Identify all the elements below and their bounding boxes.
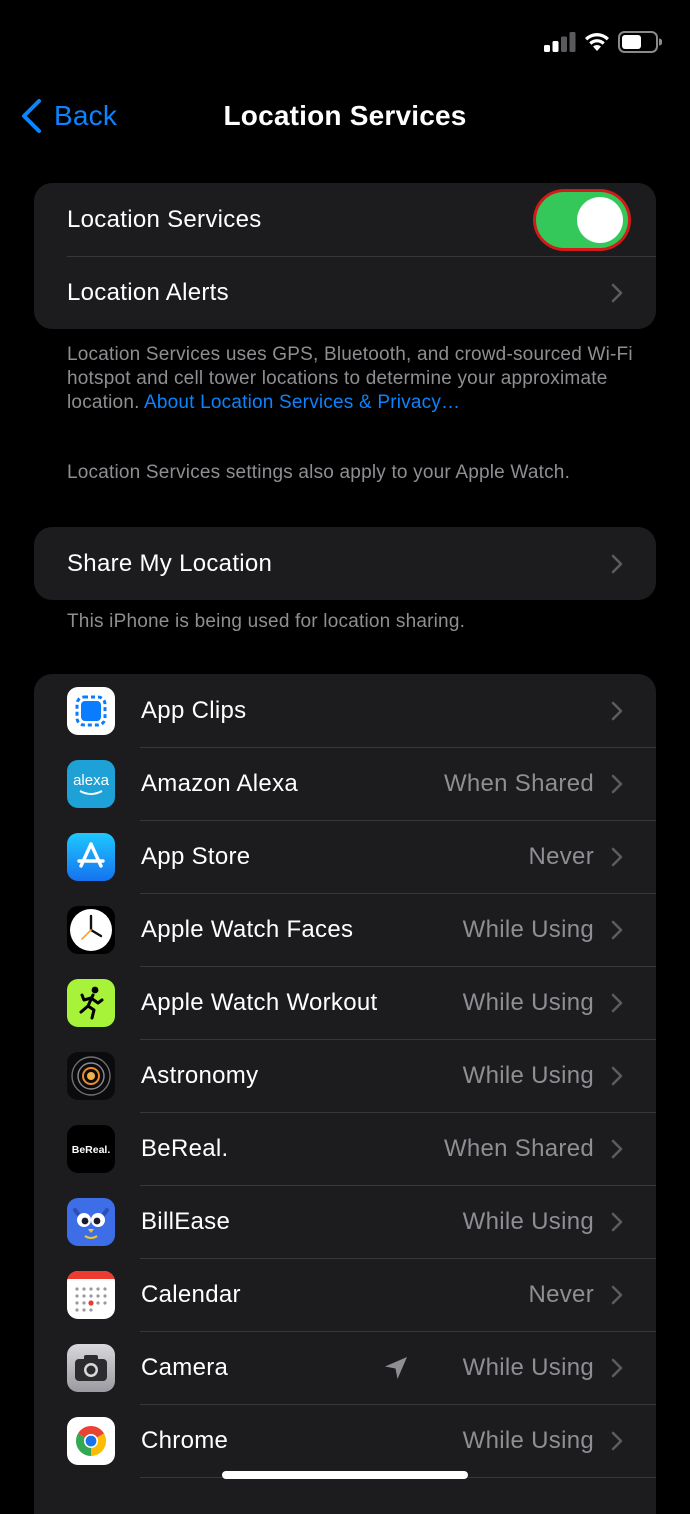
astronomy-icon [67,1051,115,1100]
app-name: Chrome [141,1426,229,1454]
app-row-calendar[interactable]: Calendar Never [34,1258,656,1331]
app-row-astronomy[interactable]: Astronomy While Using [34,1039,656,1112]
camera-icon [67,1343,115,1392]
chevron-right-icon [611,554,623,573]
apple-watch-note: Location Services settings also apply to… [67,462,571,483]
app-row-app-clips[interactable]: App Clips [34,674,656,747]
chevron-right-icon [611,1431,623,1450]
share-my-location-row[interactable]: Share My Location [34,527,656,600]
share-location-footer: This iPhone is being used for location s… [67,611,466,632]
chevron-right-icon [611,920,623,939]
location-arrow-icon [385,1356,407,1379]
app-name: Amazon Alexa [141,769,299,797]
alexa-wordmark: alexa [73,772,110,789]
location-services-group: Location Services Location Alerts [34,183,656,329]
chevron-right-icon [611,774,623,793]
alexa-icon: alexa [67,759,115,808]
permission-value: While Using [462,1353,594,1381]
toggle-knob [577,196,623,243]
wifi-icon [585,33,609,51]
app-row-billease[interactable]: BillEase While Using [34,1185,656,1258]
chevron-right-icon [611,1066,623,1085]
location-services-row: Location Services [34,183,656,256]
chevron-right-icon [611,1285,623,1304]
permission-value: When Shared [443,1134,594,1162]
app-name: Calendar [141,1280,241,1308]
battery-icon [618,31,662,53]
permission-value: Never [528,842,594,870]
about-location-privacy-link[interactable]: About Location Services & Privacy… [144,392,460,413]
chevron-right-icon [611,1358,623,1377]
app-name: BeReal. [141,1134,229,1162]
workout-icon [67,978,115,1027]
app-row-partial [34,1477,656,1514]
calendar-icon [67,1270,115,1319]
bereal-icon: BeReal. [67,1124,115,1173]
app-name: Apple Watch Faces [141,915,354,943]
app-name: Apple Watch Workout [141,988,378,1016]
app-row-amazon-alexa[interactable]: alexa Amazon Alexa When Shared [34,747,656,820]
chevron-right-icon [611,701,623,720]
cellular-signal-icon [544,32,576,52]
share-my-location-label: Share My Location [67,549,273,577]
app-row-app-store[interactable]: App Store Never [34,820,656,893]
apps-list: App Clips alexa Amazon Alexa When Shared… [34,674,656,1514]
app-row-chrome[interactable]: Chrome While Using [34,1404,656,1477]
chevron-right-icon [611,1212,623,1231]
permission-value: Never [528,1280,594,1308]
permission-value: While Using [462,1426,594,1454]
location-services-description: Location Services uses GPS, Bluetooth, a… [67,343,637,415]
chevron-right-icon [611,283,623,302]
share-location-group: Share My Location [34,527,656,600]
location-services-label: Location Services [67,205,262,233]
permission-value: While Using [462,1061,594,1089]
location-alerts-label: Location Alerts [67,278,229,306]
navigation-bar: Back Location Services [0,88,690,148]
chevron-right-icon [611,1139,623,1158]
watch-faces-icon [67,905,115,954]
location-services-toggle[interactable] [536,191,628,248]
chevron-right-icon [611,847,623,866]
app-clips-icon [67,686,115,735]
permission-value: While Using [462,1207,594,1235]
chrome-icon [67,1416,115,1465]
app-row-apple-watch-workout[interactable]: Apple Watch Workout While Using [34,966,656,1039]
billease-icon [67,1197,115,1246]
app-name: Astronomy [141,1061,259,1089]
bereal-wordmark: BeReal. [72,1144,111,1156]
status-bar [0,0,690,80]
app-store-icon [67,832,115,881]
app-row-apple-watch-faces[interactable]: Apple Watch Faces While Using [34,893,656,966]
chevron-right-icon [611,993,623,1012]
app-name: BillEase [141,1207,231,1235]
permission-value: When Shared [443,769,594,797]
app-name: App Store [141,842,251,870]
app-name: Camera [141,1353,229,1381]
permission-value: While Using [462,915,594,943]
home-indicator[interactable] [222,1471,468,1479]
app-name: App Clips [141,696,247,724]
app-row-camera[interactable]: Camera While Using [34,1331,656,1404]
permission-value: While Using [462,988,594,1016]
app-row-bereal[interactable]: BeReal. BeReal. When Shared [34,1112,656,1185]
location-alerts-row[interactable]: Location Alerts [34,256,656,329]
page-title: Location Services [223,100,467,131]
